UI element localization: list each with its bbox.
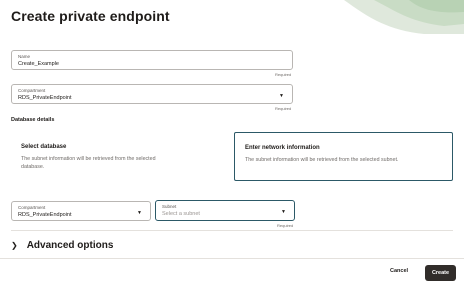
subnet-label: Subnet bbox=[162, 204, 177, 209]
subnet-placeholder: Select a subnet bbox=[162, 211, 200, 217]
create-private-endpoint-panel: Create private endpoint Name Create_Exam… bbox=[0, 0, 464, 290]
header-decoration bbox=[344, 0, 464, 34]
name-field-value[interactable]: Create_Example bbox=[18, 61, 59, 67]
caret-down-icon: ▼ bbox=[281, 209, 286, 215]
select-database-description-line1: The subnet information will be retrieved… bbox=[21, 156, 156, 162]
compartment-required-hint: Required bbox=[275, 106, 292, 111]
network-compartment-label: Compartment bbox=[18, 205, 46, 210]
select-database-description: The subnet information will be retrieved… bbox=[21, 155, 156, 171]
network-compartment-value: RDS_PrivateEndpoint bbox=[18, 212, 72, 218]
name-field[interactable]: Name Create_Example bbox=[11, 50, 293, 70]
name-required-hint: Required bbox=[275, 72, 292, 77]
chevron-right-icon: ❯ bbox=[11, 240, 18, 250]
page-title: Create private endpoint bbox=[11, 8, 170, 24]
advanced-options-toggle[interactable]: ❯ Advanced options bbox=[11, 238, 113, 252]
subnet-required-hint: Required bbox=[277, 223, 294, 228]
footer-divider bbox=[0, 258, 464, 259]
network-info-description: The subnet information will be retrieved… bbox=[245, 157, 399, 163]
caret-down-icon: ▼ bbox=[279, 93, 284, 99]
database-details-label: Database details bbox=[11, 117, 55, 123]
compartment-select[interactable]: Compartment RDS_PrivateEndpoint ▼ bbox=[11, 84, 293, 104]
panel-header: Create private endpoint bbox=[0, 0, 464, 34]
compartment-select-label: Compartment bbox=[18, 88, 46, 93]
subnet-select[interactable]: Subnet Select a subnet ▼ bbox=[155, 200, 295, 221]
network-compartment-select[interactable]: Compartment RDS_PrivateEndpoint ▼ bbox=[11, 201, 151, 221]
name-field-label: Name bbox=[18, 54, 31, 59]
advanced-options-label: Advanced options bbox=[26, 239, 114, 251]
compartment-select-value: RDS_PrivateEndpoint bbox=[18, 95, 72, 101]
cancel-button[interactable]: Cancel bbox=[390, 268, 408, 274]
enter-network-information-option[interactable]: Enter network information The subnet inf… bbox=[234, 132, 453, 181]
caret-down-icon: ▼ bbox=[137, 210, 142, 216]
network-info-title: Enter network information bbox=[245, 145, 320, 151]
select-database-title: Select database bbox=[21, 144, 67, 150]
select-database-option[interactable]: Select database The subnet information w… bbox=[11, 132, 230, 181]
select-database-description-line2: database. bbox=[21, 164, 45, 170]
advanced-divider-top bbox=[11, 230, 453, 231]
create-button[interactable]: Create bbox=[425, 265, 456, 281]
